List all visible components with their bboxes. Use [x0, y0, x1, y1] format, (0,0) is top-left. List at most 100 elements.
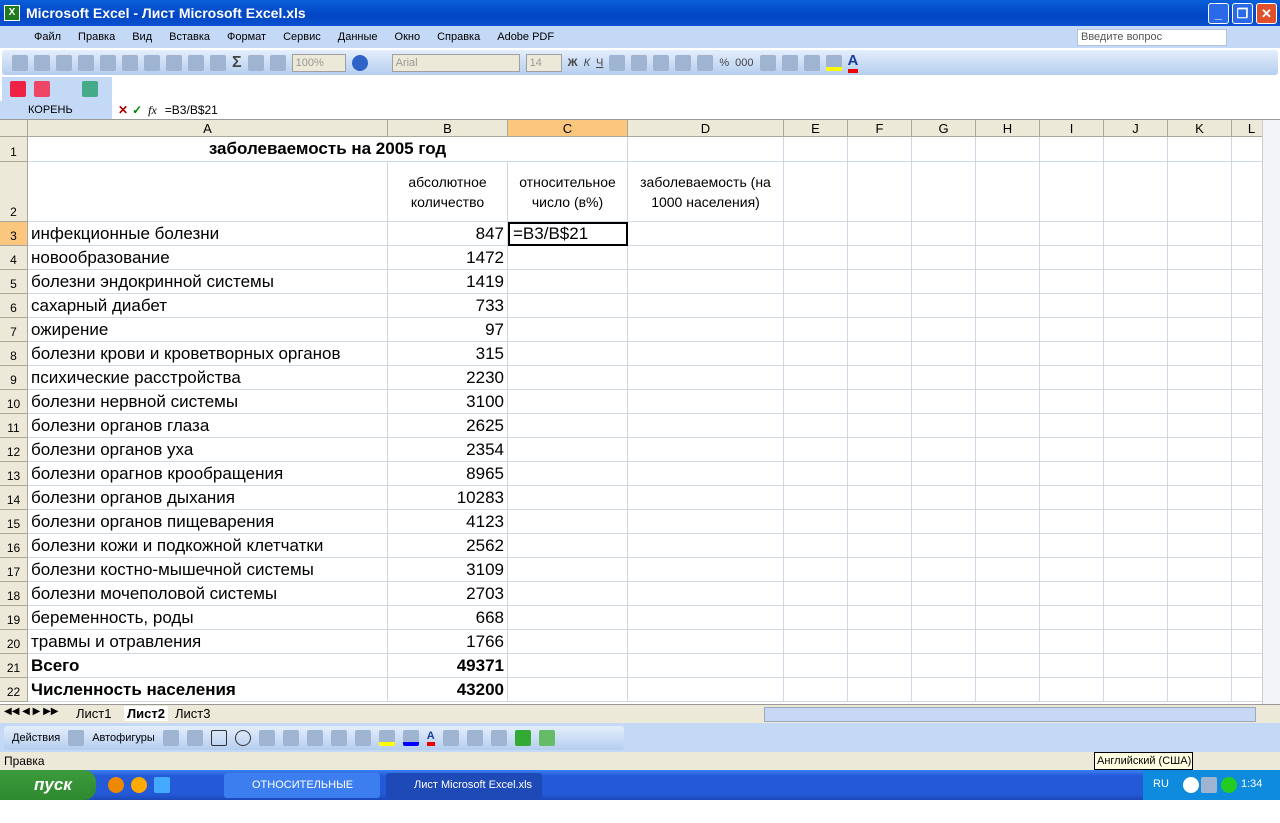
cell-b9[interactable]: 2230	[388, 366, 508, 390]
cell-b12[interactable]: 2354	[388, 438, 508, 462]
cell[interactable]	[1232, 486, 1262, 510]
cell[interactable]	[1232, 270, 1262, 294]
cell-a8[interactable]: болезни крови и кроветворных органов	[28, 342, 388, 366]
oval-icon[interactable]	[234, 730, 251, 746]
cell[interactable]	[628, 510, 784, 534]
cell[interactable]	[848, 462, 912, 486]
cell[interactable]	[1040, 366, 1104, 390]
cell[interactable]	[1040, 137, 1104, 162]
cell[interactable]	[508, 366, 628, 390]
cell[interactable]	[912, 137, 976, 162]
media-player-icon[interactable]	[131, 777, 147, 793]
show-hidden-icons[interactable]	[1183, 777, 1199, 793]
cell[interactable]	[976, 294, 1040, 318]
cell[interactable]	[508, 438, 628, 462]
cell[interactable]	[848, 222, 912, 246]
cell[interactable]	[1104, 294, 1168, 318]
cell[interactable]	[976, 318, 1040, 342]
cell[interactable]	[848, 270, 912, 294]
cell-b6[interactable]: 733	[388, 294, 508, 318]
row-header[interactable]: 17	[0, 558, 28, 582]
row-header[interactable]: 16	[0, 534, 28, 558]
row-header[interactable]: 9	[0, 366, 28, 390]
cell[interactable]	[784, 222, 848, 246]
cell[interactable]	[976, 558, 1040, 582]
enter-icon[interactable]: ✓	[132, 103, 142, 117]
percent-button[interactable]: %	[719, 57, 729, 69]
firefox-icon[interactable]	[108, 777, 124, 793]
cell[interactable]	[784, 414, 848, 438]
clipart-icon[interactable]	[330, 730, 347, 746]
horizontal-scrollbar[interactable]	[764, 707, 1256, 722]
cell[interactable]	[848, 582, 912, 606]
network-icon[interactable]	[1201, 777, 1217, 793]
cell-a14[interactable]: болезни органов дыхания	[28, 486, 388, 510]
spelling-icon[interactable]	[100, 54, 116, 71]
menu-edit[interactable]: Правка	[78, 31, 115, 43]
cell[interactable]	[1168, 342, 1232, 366]
minimize-button[interactable]: _	[1208, 3, 1229, 24]
cell[interactable]	[912, 582, 976, 606]
shadow-icon[interactable]	[514, 730, 531, 746]
cell[interactable]	[1232, 246, 1262, 270]
cell[interactable]	[976, 342, 1040, 366]
column-header-l[interactable]: L	[1232, 120, 1262, 137]
cell[interactable]	[1232, 462, 1262, 486]
dash-style-icon[interactable]	[466, 730, 483, 746]
cell[interactable]	[1104, 654, 1168, 678]
cell-b19[interactable]: 668	[388, 606, 508, 630]
tab-sheet3[interactable]: Лист3	[175, 706, 210, 721]
cell[interactable]	[1168, 366, 1232, 390]
cell[interactable]	[912, 318, 976, 342]
menu-data[interactable]: Данные	[338, 31, 378, 43]
cell[interactable]	[976, 534, 1040, 558]
menu-window[interactable]: Окно	[395, 31, 421, 43]
cell[interactable]	[1232, 678, 1262, 702]
cell[interactable]	[1104, 582, 1168, 606]
cell[interactable]	[628, 137, 784, 162]
cell[interactable]	[628, 678, 784, 702]
cell[interactable]	[628, 582, 784, 606]
column-header-i[interactable]: I	[1040, 120, 1104, 137]
currency-icon[interactable]	[697, 54, 714, 71]
rectangle-icon[interactable]	[210, 730, 227, 746]
cell[interactable]	[912, 414, 976, 438]
cell[interactable]	[976, 486, 1040, 510]
picture-icon[interactable]	[354, 730, 371, 746]
cell[interactable]	[1104, 414, 1168, 438]
ie-icon[interactable]	[154, 777, 170, 793]
column-header-c[interactable]: C	[508, 120, 628, 137]
cell[interactable]	[976, 582, 1040, 606]
help-icon[interactable]	[351, 54, 368, 71]
cell[interactable]	[508, 654, 628, 678]
cell[interactable]	[1104, 510, 1168, 534]
cell[interactable]	[1168, 654, 1232, 678]
cell[interactable]	[912, 366, 976, 390]
cell[interactable]	[976, 137, 1040, 162]
cell-a17[interactable]: болезни костно-мышечной системы	[28, 558, 388, 582]
cell[interactable]	[1168, 270, 1232, 294]
cell[interactable]	[784, 486, 848, 510]
new-icon[interactable]	[12, 54, 28, 71]
cell-b8[interactable]: 315	[388, 342, 508, 366]
cell[interactable]	[1232, 318, 1262, 342]
cell[interactable]	[1040, 162, 1104, 222]
cell[interactable]	[1168, 222, 1232, 246]
cell-b16[interactable]: 2562	[388, 534, 508, 558]
column-header-j[interactable]: J	[1104, 120, 1168, 137]
menu-help[interactable]: Справка	[437, 31, 480, 43]
cell[interactable]	[976, 246, 1040, 270]
row-header[interactable]: 6	[0, 294, 28, 318]
cell[interactable]	[628, 270, 784, 294]
cell[interactable]	[976, 606, 1040, 630]
language-indicator[interactable]: RU	[1153, 778, 1169, 790]
cell[interactable]	[1040, 390, 1104, 414]
align-left-icon[interactable]	[609, 54, 626, 71]
cell-b2[interactable]: абсолютное количество	[388, 162, 508, 222]
cell[interactable]	[1232, 390, 1262, 414]
cell[interactable]	[1232, 342, 1262, 366]
cell-a18[interactable]: болезни мочеполовой системы	[28, 582, 388, 606]
cell[interactable]	[912, 678, 976, 702]
cell[interactable]	[848, 630, 912, 654]
cell[interactable]	[1232, 294, 1262, 318]
